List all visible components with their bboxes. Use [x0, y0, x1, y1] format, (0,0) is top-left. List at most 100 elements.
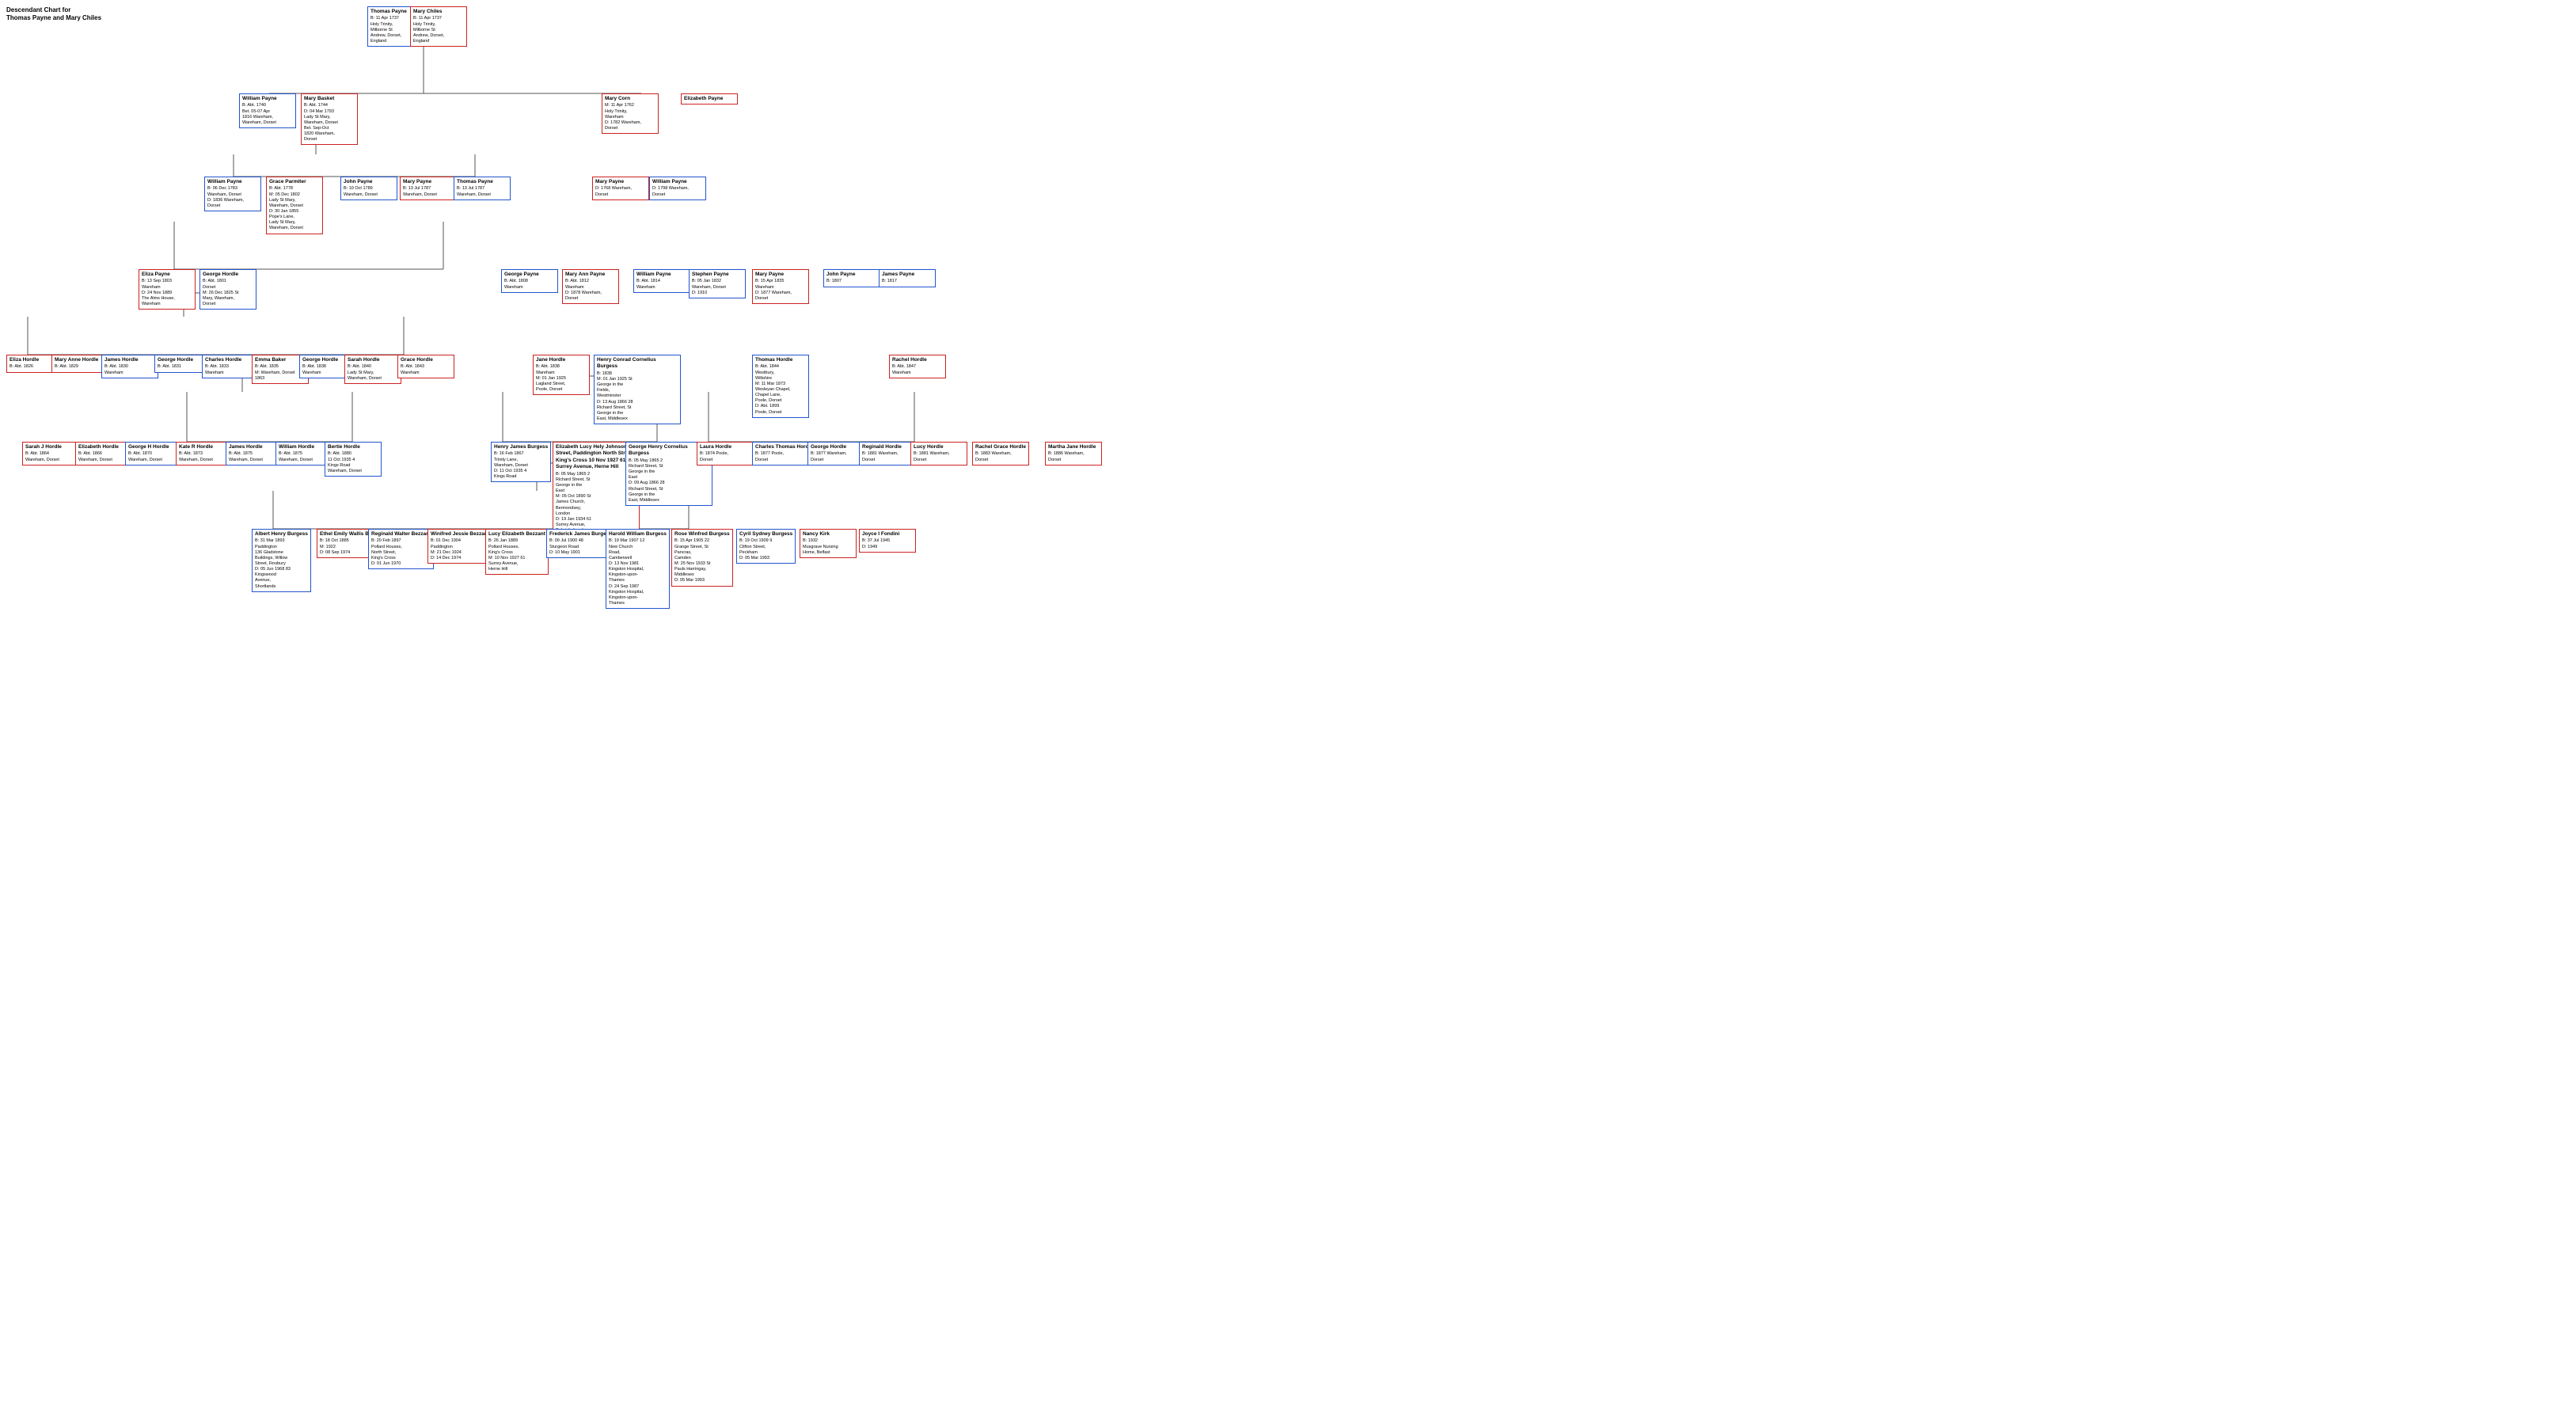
chart-title: Descendant Chart for Thomas Payne and Ma… [6, 6, 101, 23]
person-name-emma_baker: Emma Baker [255, 357, 306, 363]
person-name-rose_winfred_burgess: Rose Winfred Burgess [674, 531, 730, 538]
person-name-sarah_hordle: Sarah Hordle [348, 357, 398, 363]
person-name-laura_hordle: Laura Hordle [700, 444, 750, 450]
person-box-mary_baskett: Mary BasketB: Abt. 1744 D: 04 Mar 1793 L… [301, 93, 358, 145]
person-name-thomas_hordle: Thomas Hordle [755, 357, 806, 363]
person-name-mary_anne_hordle: Mary Anne Hordle [55, 357, 105, 363]
person-name-mary_chiles: Mary Chiles [413, 9, 464, 15]
person-details-elizabeth_hordle: B: Abt. 1866 Wareham, Dorset [78, 451, 129, 462]
person-name-elizabeth_lucy_hely: Elizabeth Lucy Hely Johnson Street, Padd… [556, 444, 636, 471]
person-box-lucy_elizabeth: Lucy Elizabeth BezzantB: 26 Jan 1889 Pol… [485, 529, 549, 575]
person-details-james_hordle: B: Abt. 1830 Wareham [104, 364, 155, 375]
person-box-john_payne_1789: John PayneB: 10 Oct 1789 Wareham, Dorset [340, 177, 397, 200]
connector-lines [0, 0, 2576, 1425]
person-box-thomas_payne_1787: Thomas PayneB: 13 Jul 1787 Wareham, Dors… [454, 177, 511, 200]
person-details-sarah_j_hordle: B: Abt. 1864 Wareham, Dorset [25, 451, 76, 462]
person-details-mary_payne_1787: B: 13 Jul 1787 Wareham, Dorset [403, 186, 454, 197]
person-details-grace_parmiter: B: Abt. 1778 M: 05 Dec 1802 Lady St Mary… [269, 186, 320, 231]
person-details-bertie_hordle: B: Abt. 1880 11 Oct 1935 4 Kings Road Wa… [328, 451, 378, 474]
person-name-mary_payne_1765: Mary Payne [595, 179, 646, 185]
person-box-kate_r_hordle: Kate R HordleB: Abt. 1873 Wareham, Dorse… [176, 442, 233, 466]
person-details-joyce_fondini: B: 37 Jul 1945 D: 1949 [862, 538, 913, 549]
person-details-stephen_payne: B: 05 Jan 1832 Wareham, Dorset D: 1910 [692, 279, 743, 295]
person-name-william_hordle: William Hordle [279, 444, 329, 450]
person-details-james_hordle_1875: B: Abt. 1875 Wareham, Dorset [229, 451, 279, 462]
person-box-winifred_jessie: Winifred Jessie BezzantB: 01 Dec 1904 Pa… [427, 529, 492, 564]
person-details-george_h_hordle: B: Abt. 1870 Wareham, Dorset [128, 451, 179, 462]
person-box-elizabeth_payne_root: Elizabeth Payne [681, 93, 738, 104]
person-details-cyril_sydney_burgess: B: 19 Oct 1909 9 Clifton Street, Peckham… [739, 538, 792, 561]
person-name-john_payne_1789: John Payne [344, 179, 394, 185]
person-name-lucy_hordle: Lucy Hordle [914, 444, 964, 450]
person-name-william_payne_1783: William Payne [207, 179, 258, 185]
person-details-lucy_hordle: B: 1881 Wareham, Dorset [914, 451, 964, 462]
person-name-winifred_jessie: Winifred Jessie Bezzant [431, 531, 489, 538]
person-name-george_hordle_1831: George Hordle [158, 357, 208, 363]
person-name-joyce_fondini: Joyce I Fondini [862, 531, 913, 538]
person-name-albert_burgess: Albert Henry Burgess [255, 531, 308, 538]
person-details-mary_baskett: B: Abt. 1744 D: 04 Mar 1793 Lady St Mary… [304, 103, 355, 142]
person-name-rachel_hordle: Rachel Hordle [892, 357, 943, 363]
person-details-charles_hordle: B: Abt. 1833 Wareham [205, 364, 256, 375]
person-name-elizabeth_hordle: Elizabeth Hordle [78, 444, 129, 450]
person-name-mary_baskett: Mary Basket [304, 96, 355, 102]
person-details-rose_winfred_burgess: B: 15 Apr 1905 22 Grange Street, St Panc… [674, 538, 730, 583]
person-details-john_payne_1807: B: 1807 [826, 279, 877, 284]
person-details-harold_burgess: B: 19 Mar 1907 12 New Church Road, Cambe… [609, 538, 667, 606]
person-name-mary_ann_payne: Mary Ann Payne [565, 272, 616, 278]
person-box-sarah_hordle: Sarah HordleB: Abt. 1840 Lady St Mary, W… [344, 355, 401, 384]
person-details-george_hordle_1831: B: Abt. 1831 [158, 364, 208, 370]
person-details-william_payne_1768: D: 1798 Wareham, Dorset [652, 186, 703, 197]
person-name-william_payne_1814: William Payne [636, 272, 687, 278]
person-name-grace_hordle: Grace Hordle [401, 357, 451, 363]
person-box-george_hordle_1877: George HordleB: 1877 Wareham, Dorset [807, 442, 864, 466]
person-box-henry_burgess: Henry Conrad Cornelius BurgessB: 1838 M:… [594, 355, 681, 424]
person-name-reginald_walter: Reginald Walter Bezzant [371, 531, 431, 538]
person-box-grace_hordle: Grace HordleB: Abt. 1843 Wareham [397, 355, 454, 378]
person-name-martha_jane_hordle: Martha Jane Hordle [1048, 444, 1099, 450]
person-box-george_h_hordle: George H HordleB: Abt. 1870 Wareham, Dor… [125, 442, 182, 466]
person-box-joyce_fondini: Joyce I FondiniB: 37 Jul 1945 D: 1949 [859, 529, 916, 553]
person-name-sarah_j_hordle: Sarah J Hordle [25, 444, 76, 450]
person-box-jane_hordle: Jane HordleB: Abt. 1838 Wareham M: 01 Ja… [533, 355, 590, 395]
person-details-mary_ann_payne: B: Abt. 1812 Wareham D: 1878 Wareham, Do… [565, 279, 616, 302]
person-box-william_payne_1814: William PayneB: Abt. 1814 Wareham [633, 269, 690, 293]
person-box-james_hordle: James HordleB: Abt. 1830 Wareham [101, 355, 158, 378]
person-box-mary_payne_1835: Mary PayneB: 15 Apr 1835 Wareham D: 1877… [752, 269, 809, 304]
person-details-sarah_hordle: B: Abt. 1840 Lady St Mary, Wareham, Dors… [348, 364, 398, 381]
person-box-elizabeth_hordle: Elizabeth HordleB: Abt. 1866 Wareham, Do… [75, 442, 132, 466]
person-box-mary_payne_1787: Mary PayneB: 13 Jul 1787 Wareham, Dorset [400, 177, 457, 200]
person-box-rose_winfred_burgess: Rose Winfred BurgessB: 15 Apr 1905 22 Gr… [671, 529, 733, 587]
person-name-james_hordle_1875: James Hordle [229, 444, 279, 450]
person-details-mary_anne_hordle: B: Abt. 1829 [55, 364, 105, 370]
person-box-rachel_grace_hordle: Rachel Grace HordleB: 1883 Wareham, Dors… [972, 442, 1029, 466]
person-name-eliza_payne: Eliza Payne [142, 272, 192, 278]
person-box-william_payne_1768: William PayneD: 1798 Wareham, Dorset [649, 177, 706, 200]
person-details-john_payne_1789: B: 10 Oct 1789 Wareham, Dorset [344, 186, 394, 197]
person-details-mary_chiles: B: 11 Apr 1737 Holy Trinity, Milborne St… [413, 16, 464, 44]
person-details-rachel_hordle: B: Abt. 1847 Wareham [892, 364, 943, 375]
person-box-james_payne_1817: James PayneB: 1817 [879, 269, 936, 287]
person-details-jane_hordle: B: Abt. 1838 Wareham M: 01 Jan 1925 Lagl… [536, 364, 587, 393]
person-name-mary_payne_1787: Mary Payne [403, 179, 454, 185]
person-name-george_hordle: George Hordle [203, 272, 253, 278]
person-name-henry_james_burgess: Henry James Burgess [494, 444, 548, 450]
person-box-reginald_walter: Reginald Walter BezzantB: 20 Feb 1897 Po… [368, 529, 434, 569]
person-details-elizabeth_lucy_hely: B: 05 May 1865 2 Richard Street, St Geor… [556, 472, 636, 534]
person-box-charles_thomas_hordle: Charles Thomas HordleB: 1877 Poole, Dors… [752, 442, 816, 466]
person-details-thomas_hordle: B: Abt. 1844 Westbury, Wiltshire M: 11 M… [755, 364, 806, 415]
person-details-mary_payne_1835: B: 15 Apr 1835 Wareham D: 1877 Wareham, … [755, 279, 806, 302]
person-details-laura_hordle: B: 1874 Poole, Dorset [700, 451, 750, 462]
person-details-william_payne_1740: B: Abt. 1740 Bet. 05-07 Apr 1816 Wareham… [242, 103, 293, 126]
person-name-bertie_hordle: Bertie Hordle [328, 444, 378, 450]
person-name-reginald_hordle: Reginald Hordle [862, 444, 913, 450]
person-name-frederick_burgess: Frederick James Burgess [549, 531, 612, 538]
person-name-george_payne_1808: George Payne [504, 272, 555, 278]
person-name-nancy_kirk: Nancy Kirk [803, 531, 853, 538]
person-box-lucy_hordle: Lucy HordleB: 1881 Wareham, Dorset [910, 442, 967, 466]
person-box-rachel_hordle: Rachel HordleB: Abt. 1847 Wareham [889, 355, 946, 378]
person-details-emma_baker: B: Abt. 1835 M: Wareham, Dorset 1863 [255, 364, 306, 381]
person-name-grace_parmiter: Grace Parmiter [269, 179, 320, 185]
person-box-albert_burgess: Albert Henry BurgessB: 31 Mar 1893 Paddi… [252, 529, 311, 592]
person-box-harold_burgess: Harold William BurgessB: 19 Mar 1907 12 … [606, 529, 670, 609]
